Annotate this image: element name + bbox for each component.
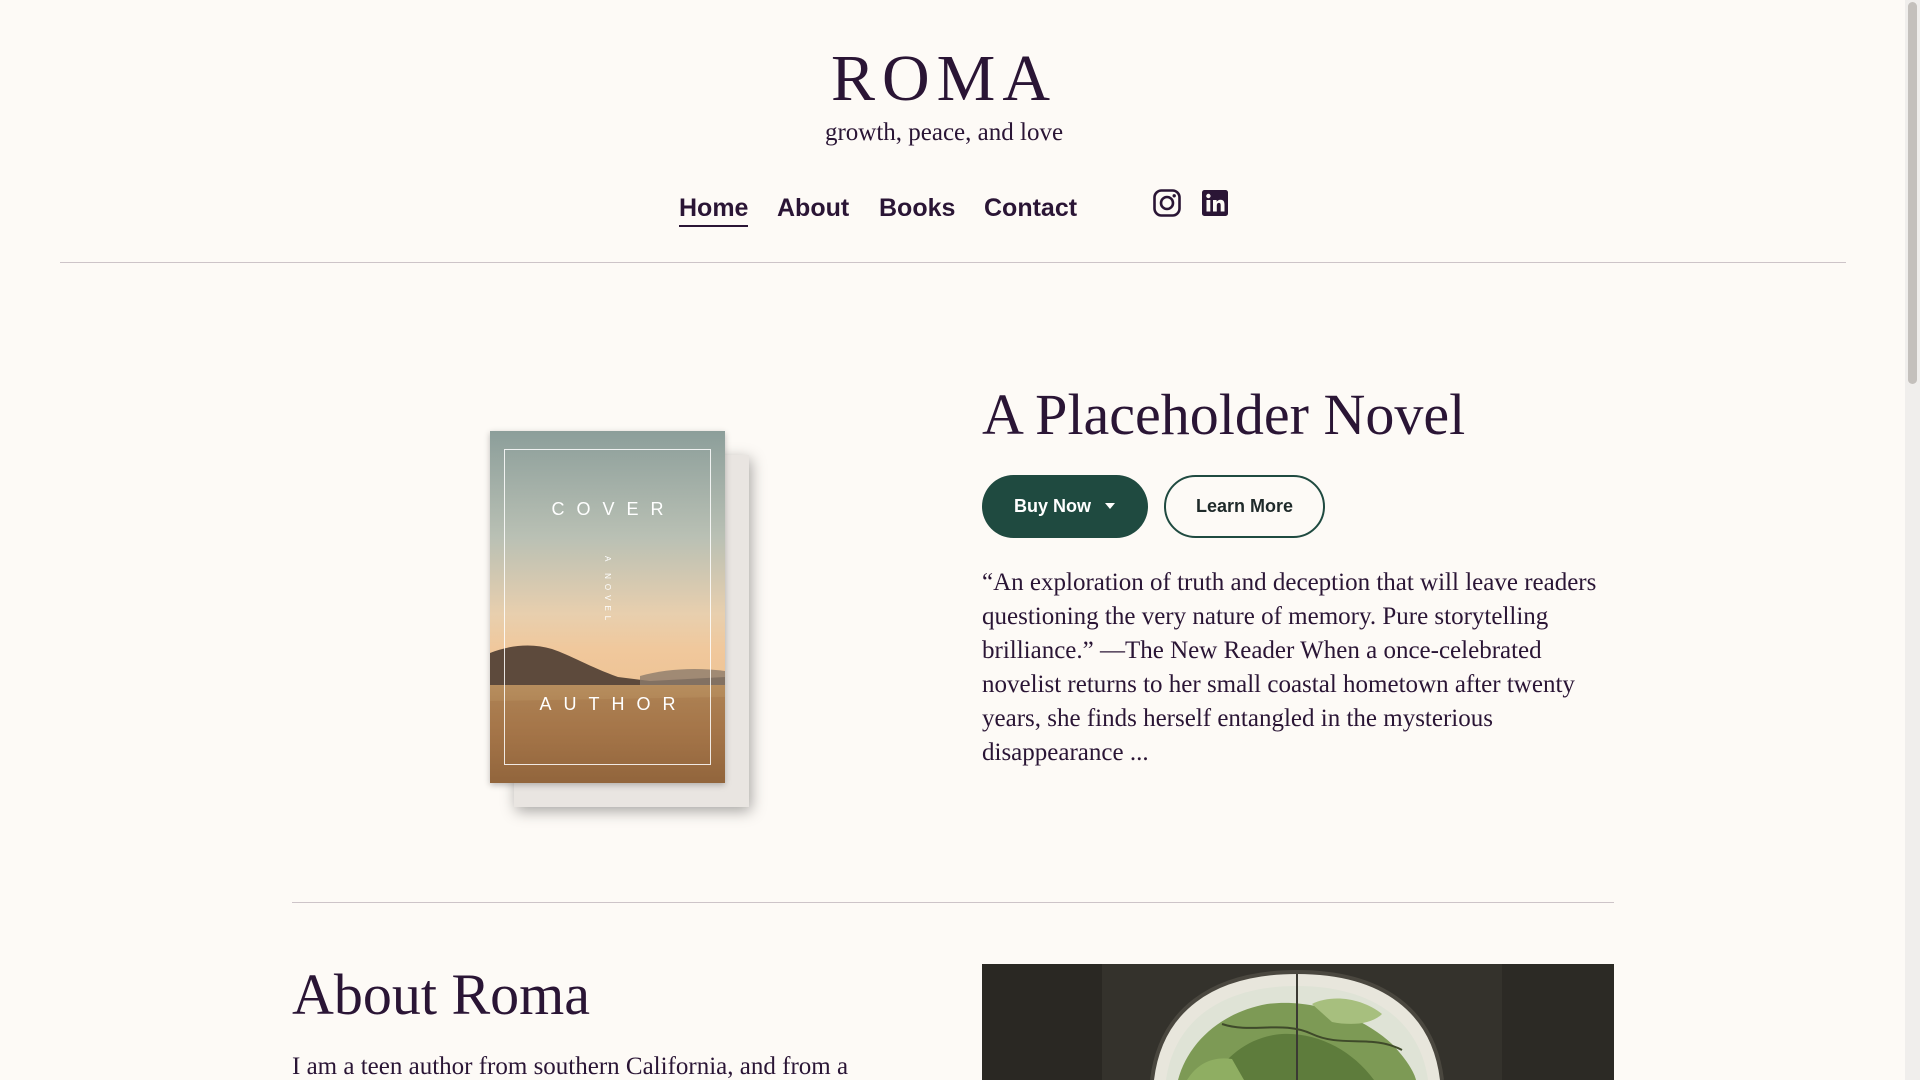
learn-more-button[interactable]: Learn More [1164,475,1325,538]
instagram-icon[interactable] [1152,188,1182,218]
site-tagline: growth, peace, and love [824,119,1064,146]
cover-subtitle-text: A NOVEL [603,556,612,626]
site-title[interactable]: ROMA [0,40,1888,118]
page-scrollbar[interactable] [1905,0,1920,1080]
header-divider [60,262,1846,263]
nav-link-home[interactable]: Home [679,192,749,227]
book-title: A Placeholder Novel [982,382,1466,447]
book-description: “An exploration of truth and deception t… [982,569,1597,766]
buy-now-button[interactable]: Buy Now [982,475,1148,538]
linkedin-icon[interactable] [1200,188,1230,218]
buy-now-label: Buy Now [1014,496,1092,516]
cover-author-text: AUTHOR [539,694,688,714]
nav-link-about[interactable]: About [777,192,849,224]
book-cover[interactable]: COVER A NOVEL AUTHOR [490,431,749,807]
about-text: I am a teen author from southern Califor… [292,1053,849,1080]
about-photo [982,964,1614,1080]
book-cover-image: COVER A NOVEL AUTHOR [490,431,725,783]
nav-link-contact[interactable]: Contact [984,192,1077,224]
cover-title-text: COVER [551,499,676,519]
caret-down-icon [1105,503,1115,509]
main-nav: Home About Books Contact [0,188,1888,228]
section-divider [292,902,1614,903]
scrollbar-thumb[interactable] [1908,2,1917,384]
about-heading: About Roma [292,962,591,1027]
nav-link-books[interactable]: Books [879,192,955,224]
